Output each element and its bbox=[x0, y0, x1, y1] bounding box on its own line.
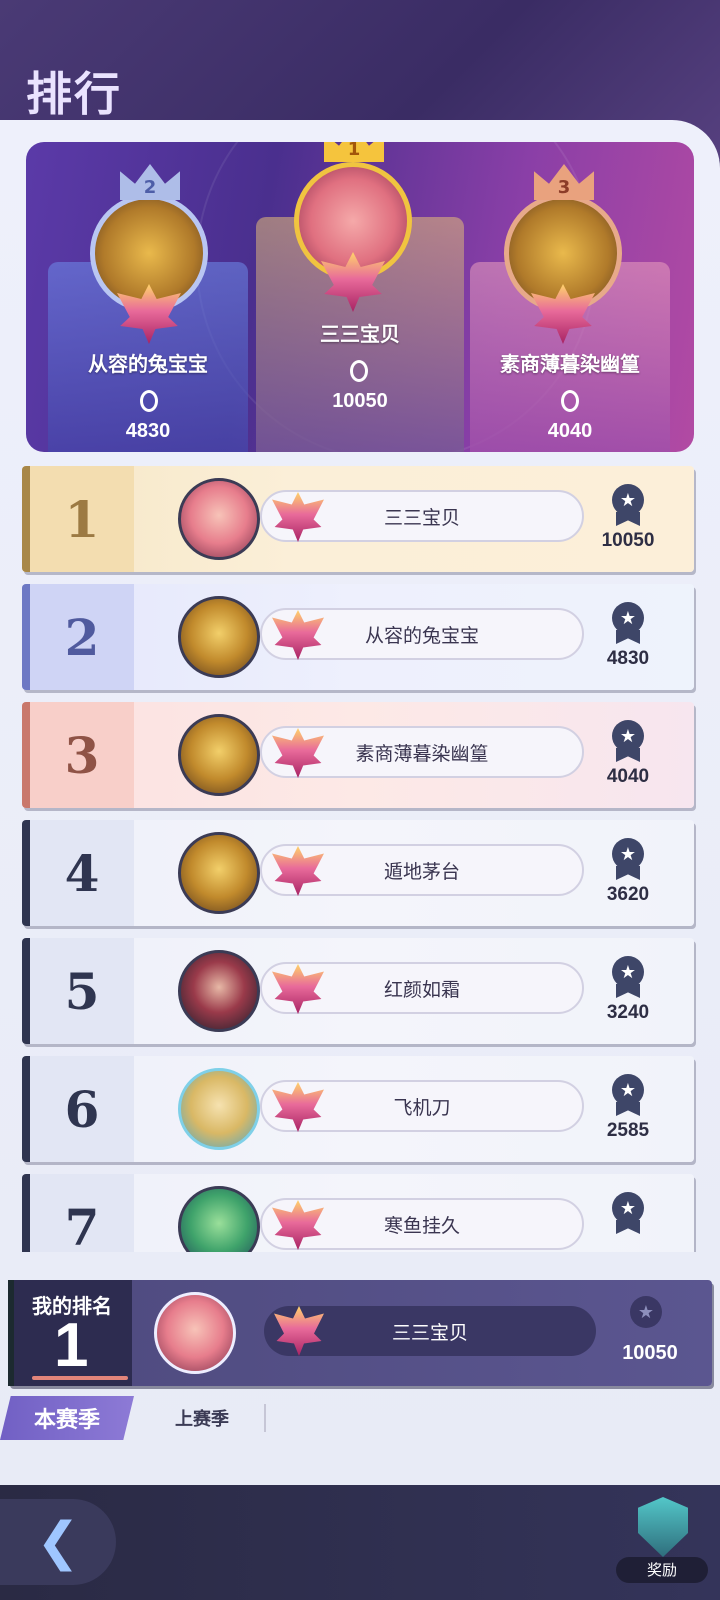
leaderboard-row[interactable]: 6 飞机刀 ★ 2585 bbox=[22, 1056, 694, 1162]
avatar[interactable] bbox=[178, 1068, 260, 1150]
star-medal-icon: ★ bbox=[612, 838, 644, 870]
podium-name-1: 三三宝贝 bbox=[320, 322, 400, 346]
player-name: 三三宝贝 bbox=[383, 506, 460, 529]
avatar[interactable] bbox=[178, 950, 260, 1032]
medal-ribbon-icon bbox=[616, 1220, 640, 1234]
player-score: 10050 bbox=[622, 1342, 678, 1364]
rank-emblem-icon bbox=[272, 728, 324, 778]
rank-number: 2 bbox=[22, 584, 134, 690]
crown-rank: 2 bbox=[143, 177, 157, 198]
rank-emblem-icon bbox=[272, 610, 324, 660]
tab-last-season[interactable]: 上赛季 bbox=[140, 1396, 264, 1440]
rank-emblem-icon bbox=[272, 1200, 324, 1250]
player-score: 4830 bbox=[606, 648, 650, 669]
back-arrow-icon: ❮ bbox=[36, 1512, 80, 1572]
star-medal-icon: ★ bbox=[612, 484, 644, 516]
rank-emblem-icon bbox=[274, 1306, 324, 1356]
reward-label: 奖励 bbox=[616, 1557, 708, 1583]
player-score: 2585 bbox=[606, 1120, 650, 1141]
podium-score-3: 4040 bbox=[547, 420, 593, 442]
crown-rank: 1 bbox=[347, 142, 361, 160]
medal-ribbon-icon bbox=[616, 866, 640, 880]
page-title: 排行 bbox=[26, 67, 122, 121]
player-score: 4040 bbox=[606, 766, 650, 787]
rank-number: 7 bbox=[22, 1174, 134, 1252]
my-rank-bar[interactable]: 我的排名 1 三三宝贝 ★ 10050 bbox=[8, 1280, 712, 1386]
medal-icon bbox=[140, 390, 158, 412]
rank-emblem-icon bbox=[272, 492, 324, 542]
crown-icon: 2 bbox=[120, 164, 180, 200]
season-tabs: 本赛季 上赛季 bbox=[0, 1396, 720, 1442]
avatar[interactable] bbox=[178, 478, 260, 560]
leaderboard-row[interactable]: 1 三三宝贝 ★ 10050 bbox=[22, 466, 694, 572]
leaderboard-row[interactable]: 4 遁地茅台 ★ 3620 bbox=[22, 820, 694, 926]
podium-banner: 2 1 3 从容的兔宝宝 三三宝贝 素商薄暮染幽篁 4830 10050 404… bbox=[26, 142, 694, 452]
player-name-pill: 三三宝贝 bbox=[260, 490, 584, 542]
avatar[interactable] bbox=[178, 1186, 260, 1252]
star-medal-icon: ★ bbox=[630, 1296, 662, 1328]
rank-number: 1 bbox=[22, 466, 134, 572]
player-name: 从容的兔宝宝 bbox=[364, 624, 479, 647]
podium-score-1: 10050 bbox=[332, 390, 388, 412]
star-medal-icon: ★ bbox=[612, 956, 644, 988]
leaderboard-list[interactable]: 1 三三宝贝 ★ 10050 2 从容的兔宝宝 ★ 4830 3 素商薄暮染幽篁… bbox=[0, 466, 720, 1252]
my-rank-number: 1 bbox=[54, 1311, 89, 1380]
crown-rank: 3 bbox=[557, 177, 571, 198]
player-name: 遁地茅台 bbox=[383, 860, 460, 883]
rank-emblem-icon bbox=[272, 846, 324, 896]
star-medal-icon: ★ bbox=[612, 1074, 644, 1106]
player-name-pill: 从容的兔宝宝 bbox=[260, 608, 584, 660]
medal-ribbon-icon bbox=[616, 512, 640, 526]
podium-name-2: 从容的兔宝宝 bbox=[88, 352, 208, 376]
rank-number: 3 bbox=[22, 702, 134, 808]
my-rank-box: 我的排名 1 bbox=[8, 1280, 132, 1386]
podium-score-2: 4830 bbox=[125, 420, 171, 442]
player-name-pill: 寒鱼挂久 bbox=[260, 1198, 584, 1250]
avatar[interactable] bbox=[178, 714, 260, 796]
rank-number: 6 bbox=[22, 1056, 134, 1162]
leaderboard-row[interactable]: 7 寒鱼挂久 ★ bbox=[22, 1174, 694, 1252]
star-medal-icon: ★ bbox=[612, 602, 644, 634]
player-name: 三三宝贝 bbox=[391, 1321, 468, 1344]
medal-icon bbox=[561, 390, 579, 412]
leaderboard-row[interactable]: 2 从容的兔宝宝 ★ 4830 bbox=[22, 584, 694, 690]
reward-button[interactable]: 奖励 bbox=[616, 1493, 708, 1593]
podium-name-3: 素商薄暮染幽篁 bbox=[500, 352, 640, 376]
star-medal-icon: ★ bbox=[612, 720, 644, 752]
player-name: 寒鱼挂久 bbox=[383, 1214, 460, 1237]
medal-ribbon-icon bbox=[616, 984, 640, 998]
player-name: 红颜如霜 bbox=[383, 978, 460, 1001]
rank-emblem-icon bbox=[272, 1082, 324, 1132]
tab-current-season[interactable]: 本赛季 bbox=[0, 1396, 134, 1440]
rank-emblem-icon bbox=[272, 964, 324, 1014]
rank-number: 5 bbox=[22, 938, 134, 1044]
back-button[interactable]: ❮ bbox=[0, 1499, 116, 1585]
medal-ribbon-icon bbox=[616, 1102, 640, 1116]
player-name-pill: 素商薄暮染幽篁 bbox=[260, 726, 584, 778]
rank-number: 4 bbox=[22, 820, 134, 926]
avatar[interactable] bbox=[178, 596, 260, 678]
player-name: 飞机刀 bbox=[393, 1096, 451, 1119]
player-name-pill: 遁地茅台 bbox=[260, 844, 584, 896]
avatar[interactable] bbox=[178, 832, 260, 914]
star-medal-icon: ★ bbox=[612, 1192, 644, 1224]
crown-icon: 1 bbox=[324, 142, 384, 162]
leaderboard-row[interactable]: 3 素商薄暮染幽篁 ★ 4040 bbox=[22, 702, 694, 808]
player-score: 10050 bbox=[601, 530, 655, 551]
medal-ribbon-icon bbox=[616, 630, 640, 644]
reward-shield-icon bbox=[638, 1497, 688, 1557]
medal-icon bbox=[350, 360, 368, 382]
player-name-pill: 红颜如霜 bbox=[260, 962, 584, 1014]
bottom-bar: ❮ 奖励 bbox=[0, 1485, 720, 1600]
avatar[interactable] bbox=[154, 1292, 236, 1374]
player-name-pill: 三三宝贝 bbox=[264, 1306, 596, 1356]
player-name-pill: 飞机刀 bbox=[260, 1080, 584, 1132]
tab-divider bbox=[264, 1404, 266, 1432]
my-rank-underline bbox=[32, 1376, 128, 1380]
leaderboard-row[interactable]: 5 红颜如霜 ★ 3240 bbox=[22, 938, 694, 1044]
player-score: 3240 bbox=[606, 1002, 650, 1023]
player-score: 3620 bbox=[606, 884, 650, 905]
medal-ribbon-icon bbox=[616, 748, 640, 762]
player-name: 素商薄暮染幽篁 bbox=[355, 742, 489, 765]
